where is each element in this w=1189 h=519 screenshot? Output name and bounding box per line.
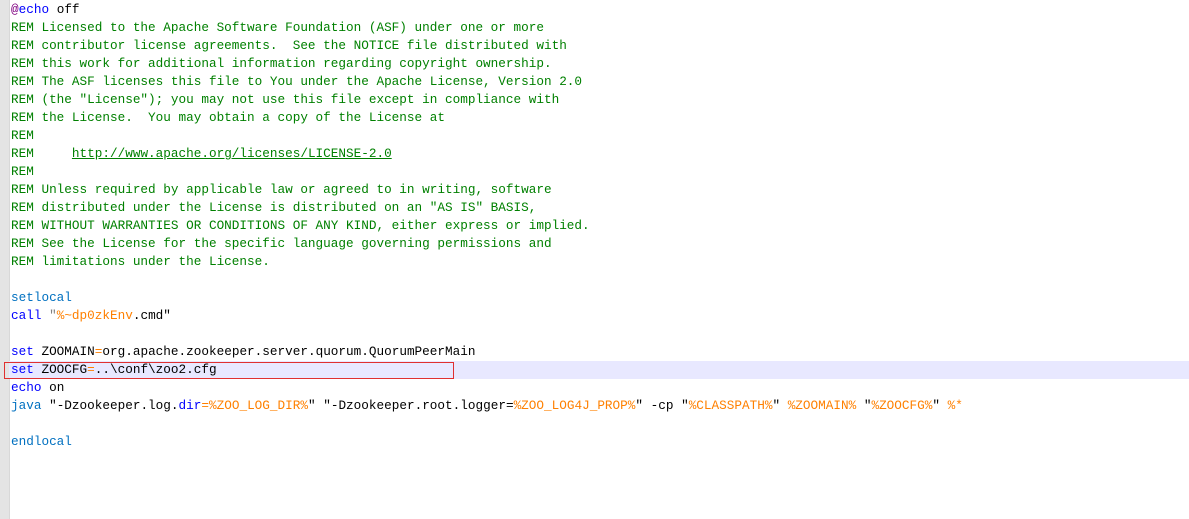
code-token: REM The ASF licenses this file to You un… [11, 74, 583, 89]
code-editor[interactable]: @echo off REM Licensed to the Apache Soft… [0, 0, 1189, 519]
code-line[interactable]: REM the License. You may obtain a copy o… [11, 109, 1189, 127]
code-line[interactable]: REM See the License for the specific lan… [11, 235, 1189, 253]
code-token: endlocal [11, 434, 72, 449]
code-token: echo [11, 380, 42, 395]
code-line[interactable]: @echo off [11, 1, 1189, 19]
code-token: call [11, 308, 42, 323]
code-token: ..\conf\zoo2.cfg [94, 362, 217, 377]
code-token: REM [11, 128, 34, 143]
code-line[interactable]: REM http://www.apache.org/licenses/LICEN… [11, 145, 1189, 163]
code-line[interactable]: REM [11, 163, 1189, 181]
code-lines[interactable]: @echo off REM Licensed to the Apache Soft… [9, 1, 1189, 451]
code-token: org.apache.zookeeper.server.quorum.Quoru… [102, 344, 476, 359]
code-line[interactable]: endlocal [11, 433, 1189, 451]
code-line[interactable] [11, 271, 1189, 289]
code-token: REM (the "License"); you may not use thi… [11, 92, 560, 107]
code-line[interactable]: REM Licensed to the Apache Software Foun… [11, 19, 1189, 37]
code-token: %ZOOCFG% [871, 398, 933, 413]
code-token: REM Unless required by applicable law or… [11, 182, 552, 197]
code-token: REM Licensed to the Apache Software Foun… [11, 20, 544, 35]
code-line[interactable]: setlocal [11, 289, 1189, 307]
editor-gutter [0, 0, 10, 519]
code-token: REM [11, 164, 34, 179]
code-line-current[interactable]: set ZOOCFG=..\conf\zoo2.cfg [9, 361, 1189, 379]
code-token: set [11, 344, 34, 359]
code-token: %* [947, 398, 963, 413]
code-line[interactable]: REM Unless required by applicable law or… [11, 181, 1189, 199]
code-token: " [772, 398, 788, 413]
code-token: ZOOMAIN [33, 344, 95, 359]
code-token: " [932, 398, 948, 413]
code-line[interactable]: call "%~dp0zkEnv.cmd" [11, 307, 1189, 325]
code-line[interactable]: java "-Dzookeeper.log.dir=%ZOO_LOG_DIR%"… [11, 397, 1189, 415]
code-line[interactable] [11, 325, 1189, 343]
url-link[interactable]: http://www.apache.org/licenses/LICENSE-2… [72, 146, 392, 161]
code-token: %ZOO_LOG_DIR% [209, 398, 308, 413]
code-token: REM this work for additional information… [11, 56, 552, 71]
code-line[interactable]: REM contributor license agreements. See … [11, 37, 1189, 55]
code-token: = [87, 362, 95, 377]
code-token: java [11, 398, 42, 413]
code-token: %ZOOMAIN% [787, 398, 857, 413]
code-line[interactable]: set ZOOMAIN=org.apache.zookeeper.server.… [11, 343, 1189, 361]
code-token: REM See the License for the specific lan… [11, 236, 552, 251]
code-line[interactable]: REM limitations under the License. [11, 253, 1189, 271]
code-token: " -cp " [635, 398, 689, 413]
code-token: %ZOO_LOG4J_PROP% [513, 398, 636, 413]
code-line[interactable]: REM distributed under the License is dis… [11, 199, 1189, 217]
code-token: REM limitations under the License. [11, 254, 270, 269]
code-token: setlocal [11, 290, 72, 305]
code-line[interactable]: echo on [11, 379, 1189, 397]
code-token: "-Dzookeeper.log. [41, 398, 179, 413]
code-token: echo [18, 2, 50, 17]
code-token: REM [11, 146, 72, 161]
code-line[interactable]: REM this work for additional information… [11, 55, 1189, 73]
code-token: REM WITHOUT WARRANTIES OR CONDITIONS OF … [11, 218, 590, 233]
code-token: dir [178, 398, 202, 413]
code-line[interactable] [11, 415, 1189, 433]
code-token: .cmd" [132, 308, 171, 323]
code-token: %CLASSPATH% [688, 398, 773, 413]
code-token: ZOOCFG [33, 362, 88, 377]
code-token: set [11, 362, 34, 377]
code-token: " "-Dzookeeper.root.logger= [307, 398, 514, 413]
code-line[interactable]: REM (the "License"); you may not use thi… [11, 91, 1189, 109]
code-token: REM the License. You may obtain a copy o… [11, 110, 445, 125]
code-line[interactable]: REM The ASF licenses this file to You un… [11, 73, 1189, 91]
code-token: REM contributor license agreements. See … [11, 38, 567, 53]
code-token: = [201, 398, 209, 413]
code-token: " [856, 398, 872, 413]
code-token: on [41, 380, 65, 395]
code-token: " [41, 308, 57, 323]
code-token: @ [11, 2, 19, 17]
code-token: %~dp0zkEnv [56, 308, 133, 323]
code-line[interactable]: REM [11, 127, 1189, 145]
code-token: off [49, 2, 80, 17]
code-token: REM distributed under the License is dis… [11, 200, 537, 215]
code-line[interactable]: REM WITHOUT WARRANTIES OR CONDITIONS OF … [11, 217, 1189, 235]
